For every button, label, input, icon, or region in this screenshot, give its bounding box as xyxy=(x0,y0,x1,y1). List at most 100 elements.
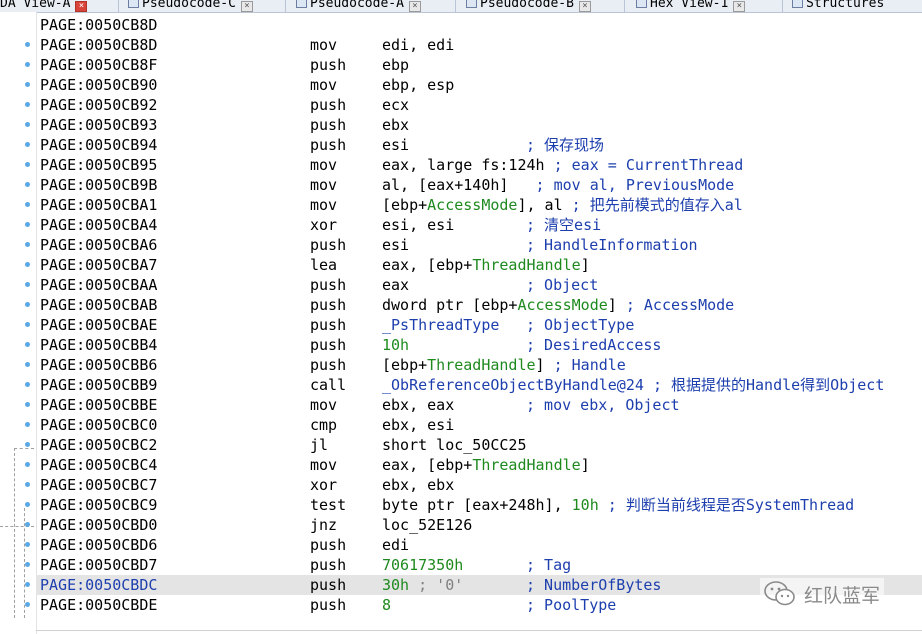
listing-line[interactable]: PAGE:0050CBB9 call _ObReferenceObjectByHan… xyxy=(25,375,922,395)
listing-line[interactable]: PAGE:0050CBBE mov ebx, eax ; mov ebx, Objec… xyxy=(25,395,922,415)
tab-hex-view-1[interactable]: Hex View-1 × xyxy=(636,0,746,12)
breakpoint-dot-icon[interactable] xyxy=(25,102,30,107)
breakpoint-dot-icon[interactable] xyxy=(25,162,30,167)
listing-line[interactable]: PAGE:0050CBD6 push edi xyxy=(25,535,922,555)
operand-token: ] xyxy=(580,256,590,274)
breakpoint-dot-icon[interactable] xyxy=(25,542,30,547)
breakpoint-dot-icon[interactable] xyxy=(25,402,30,407)
instruction-mnemonic: push xyxy=(310,356,347,374)
instruction-operands: dword ptr [ebp+AccessMode] ; AccessMode xyxy=(382,295,734,315)
tab-ida-view-a[interactable]: DA View-A × xyxy=(0,0,88,12)
close-icon[interactable]: × xyxy=(733,1,746,12)
listing-line[interactable]: PAGE:0050CB94 push esi ; 保存现场 xyxy=(25,135,922,155)
line-comment: ; Tag xyxy=(526,556,572,574)
breakpoint-dot-icon[interactable] xyxy=(25,282,30,287)
listing-line[interactable]: PAGE:0050CBC0 cmp ebx, esi xyxy=(25,415,922,435)
line-address: PAGE:0050CBD7 xyxy=(40,556,158,574)
line-address: PAGE:0050CBC7 xyxy=(40,476,158,494)
listing-line[interactable]: PAGE:0050CBA7 lea eax, [ebp+ThreadHandle] xyxy=(25,255,922,275)
tab-label: Pseudocode-A xyxy=(310,0,404,11)
listing-line[interactable]: PAGE:0050CB8D xyxy=(36,15,922,35)
close-icon[interactable]: × xyxy=(75,1,88,12)
listing-line[interactable]: PAGE:0050CBB6 push [ebp+ThreadHandle] ; Ha… xyxy=(25,355,922,375)
line-address: PAGE:0050CB90 xyxy=(40,76,158,94)
instruction-operands: 30h ; '0' xyxy=(382,575,463,595)
listing-line[interactable]: PAGE:0050CBA4 xor esi, esi ; 清空esi xyxy=(25,215,922,235)
listing-line[interactable]: PAGE:0050CBC2 jl short loc_50CC25 xyxy=(25,435,922,455)
listing-line[interactable]: PAGE:0050CB93 push ebx xyxy=(25,115,922,135)
breakpoint-dot-icon[interactable] xyxy=(25,222,30,227)
listing-line[interactable]: PAGE:0050CBC9 test byte ptr [eax+248h], 10… xyxy=(25,495,922,515)
breakpoint-dot-icon[interactable] xyxy=(25,562,30,567)
instruction-operands: _PsThreadType xyxy=(382,315,499,335)
line-comment: ; ObjectType xyxy=(526,316,635,334)
close-icon[interactable]: × xyxy=(408,1,421,12)
instruction-operands: esi xyxy=(382,235,409,255)
instruction-mnemonic: push xyxy=(310,236,347,254)
disassembly-listing[interactable]: PAGE:0050CB8D PAGE:0050CB8D mov edi, edi PAG… xyxy=(25,15,922,615)
line-comment: ; mov ebx, Object xyxy=(526,396,680,414)
listing-line[interactable]: PAGE:0050CBB4 push 10h ; DesiredAccess xyxy=(25,335,922,355)
line-address: PAGE:0050CBA7 xyxy=(40,256,158,274)
line-address: PAGE:0050CBA1 xyxy=(40,196,158,214)
tab-label: DA View-A xyxy=(0,0,71,11)
arrow-gutter xyxy=(0,12,37,634)
breakpoint-dot-icon[interactable] xyxy=(25,382,30,387)
tab-structures[interactable]: Structures xyxy=(792,0,884,12)
listing-line[interactable]: PAGE:0050CB90 mov ebp, esp xyxy=(25,75,922,95)
line-address: PAGE:0050CBA6 xyxy=(40,236,158,254)
listing-line[interactable]: PAGE:0050CB9B mov al, [eax+140h] ; mov al,… xyxy=(25,175,922,195)
listing-line[interactable]: PAGE:0050CB95 mov eax, large fs:124h ; eax… xyxy=(25,155,922,175)
tab-pseudocode-c[interactable]: Pseudocode-C × xyxy=(128,0,253,12)
breakpoint-dot-icon[interactable] xyxy=(25,442,30,447)
structures-icon xyxy=(792,0,803,8)
breakpoint-dot-icon[interactable] xyxy=(25,502,30,507)
line-comment: ; 清空esi xyxy=(526,216,602,234)
close-icon[interactable]: × xyxy=(578,1,591,12)
breakpoint-dot-icon[interactable] xyxy=(25,342,30,347)
listing-line[interactable]: PAGE:0050CBAA push eax ; Object xyxy=(25,275,922,295)
listing-line[interactable]: PAGE:0050CBA1 mov [ebp+AccessMode], al ; 把… xyxy=(25,195,922,215)
operand-token: eax, [ebp+ xyxy=(382,256,473,274)
tab-pseudocode-b[interactable]: Pseudocode-B × xyxy=(466,0,591,12)
operand-token: ], al xyxy=(517,196,572,214)
line-address: PAGE:0050CB93 xyxy=(40,116,158,134)
breakpoint-dot-icon[interactable] xyxy=(25,482,30,487)
listing-line[interactable]: PAGE:0050CBC7 xor ebx, ebx xyxy=(25,475,922,495)
breakpoint-dot-icon[interactable] xyxy=(25,462,30,467)
breakpoint-dot-icon[interactable] xyxy=(25,582,30,587)
breakpoint-dot-icon[interactable] xyxy=(25,262,30,267)
listing-line[interactable]: PAGE:0050CBAB push dword ptr [ebp+AccessMo… xyxy=(25,295,922,315)
breakpoint-dot-icon[interactable] xyxy=(25,142,30,147)
listing-line[interactable]: PAGE:0050CBAE push _PsThreadType ; ObjectTy… xyxy=(25,315,922,335)
breakpoint-dot-icon[interactable] xyxy=(25,122,30,127)
breakpoint-dot-icon[interactable] xyxy=(25,242,30,247)
breakpoint-dot-icon[interactable] xyxy=(25,62,30,67)
breakpoint-dot-icon[interactable] xyxy=(25,42,30,47)
breakpoint-dot-icon[interactable] xyxy=(25,202,30,207)
instruction-operands: eax, large fs:124h ; eax = CurrentThread xyxy=(382,155,743,175)
listing-line[interactable]: PAGE:0050CBD7 push 70617350h ; Tag xyxy=(25,555,922,575)
listing-line[interactable]: PAGE:0050CB8F push ebp xyxy=(25,55,922,75)
breakpoint-dot-icon[interactable] xyxy=(25,182,30,187)
tab-pseudocode-a[interactable]: Pseudocode-A × xyxy=(296,0,421,12)
breakpoint-dot-icon[interactable] xyxy=(25,602,30,607)
operand-token: ; '0' xyxy=(409,576,464,594)
listing-line[interactable]: PAGE:0050CBA6 push esi ; HandleInformation xyxy=(25,235,922,255)
breakpoint-dot-icon[interactable] xyxy=(25,82,30,87)
breakpoint-dot-icon[interactable] xyxy=(25,302,30,307)
listing-line[interactable]: PAGE:0050CBD0 jnz loc_52E126 xyxy=(25,515,922,535)
operand-token: esi xyxy=(382,236,410,254)
breakpoint-dot-icon[interactable] xyxy=(25,522,30,527)
instruction-mnemonic: push xyxy=(310,56,347,74)
close-icon[interactable]: × xyxy=(240,1,253,12)
operand-token: ; eax = CurrentThread xyxy=(553,156,744,174)
listing-line[interactable]: PAGE:0050CBC4 mov eax, [ebp+ThreadHandle] xyxy=(25,455,922,475)
instruction-operands: ebp, esp xyxy=(382,75,454,95)
listing-line[interactable]: PAGE:0050CB92 push ecx xyxy=(25,95,922,115)
line-address: PAGE:0050CBD0 xyxy=(40,516,158,534)
breakpoint-dot-icon[interactable] xyxy=(25,322,30,327)
breakpoint-dot-icon[interactable] xyxy=(25,362,30,367)
listing-line[interactable]: PAGE:0050CB8D mov edi, edi xyxy=(25,35,922,55)
breakpoint-dot-icon[interactable] xyxy=(25,422,30,427)
